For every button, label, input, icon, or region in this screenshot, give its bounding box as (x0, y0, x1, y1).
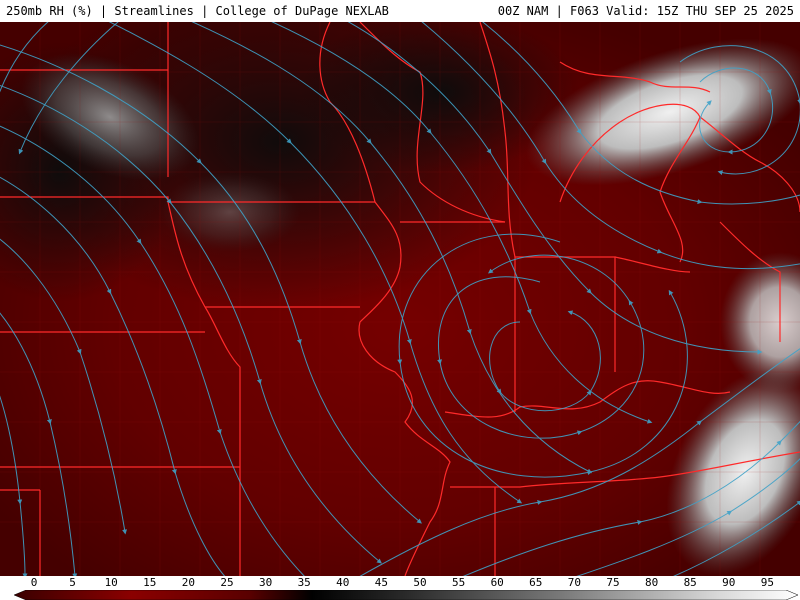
color-legend: 0 5 10 15 20 25 30 35 40 45 50 55 60 65 70 75 80 85 90 95 (0, 576, 800, 600)
legend-tick-label: 35 (297, 576, 311, 589)
map-title: 250mb RH (%) | Streamlines | College of … (6, 4, 389, 18)
legend-tick-label: 5 (69, 576, 76, 589)
legend-tick-label: 45 (374, 576, 389, 589)
weather-map[interactable] (0, 22, 800, 576)
legend-tick-label: 40 (336, 576, 350, 589)
legend-tick-label: 50 (413, 576, 427, 589)
legend-tick-label: 80 (644, 576, 659, 589)
map-canvas (0, 22, 800, 576)
legend-tick-label: 90 (722, 576, 736, 589)
legend-tick-label: 20 (181, 576, 196, 589)
legend-tick-label: 0 (30, 576, 38, 589)
map-header: 250mb RH (%) | Streamlines | College of … (0, 0, 800, 22)
colorbar-shape (13, 590, 799, 600)
run-info: 00Z NAM | F063 Valid: 15Z THU SEP 25 202… (497, 4, 794, 18)
legend-tick-label: 15 (143, 576, 157, 589)
legend-tick-label: 70 (567, 576, 582, 589)
legend-tick-label: 55 (451, 576, 466, 589)
legend-tick-label: 65 (529, 576, 543, 589)
legend-tick-label: 60 (490, 576, 504, 589)
legend-labels: 0 5 10 15 20 25 30 35 40 45 50 55 60 65 70 75 80 85 90 95 (0, 576, 800, 590)
legend-tick-label: 95 (760, 576, 775, 589)
legend-tick-label: 30 (258, 576, 273, 589)
rh-moist-patch-central (160, 172, 300, 252)
legend-tick-label: 75 (606, 576, 620, 589)
legend-tick-label: 85 (683, 576, 697, 589)
legend-colorbar (13, 590, 799, 600)
legend-tick-label: 10 (104, 576, 118, 589)
legend-tick-label: 25 (220, 576, 234, 589)
